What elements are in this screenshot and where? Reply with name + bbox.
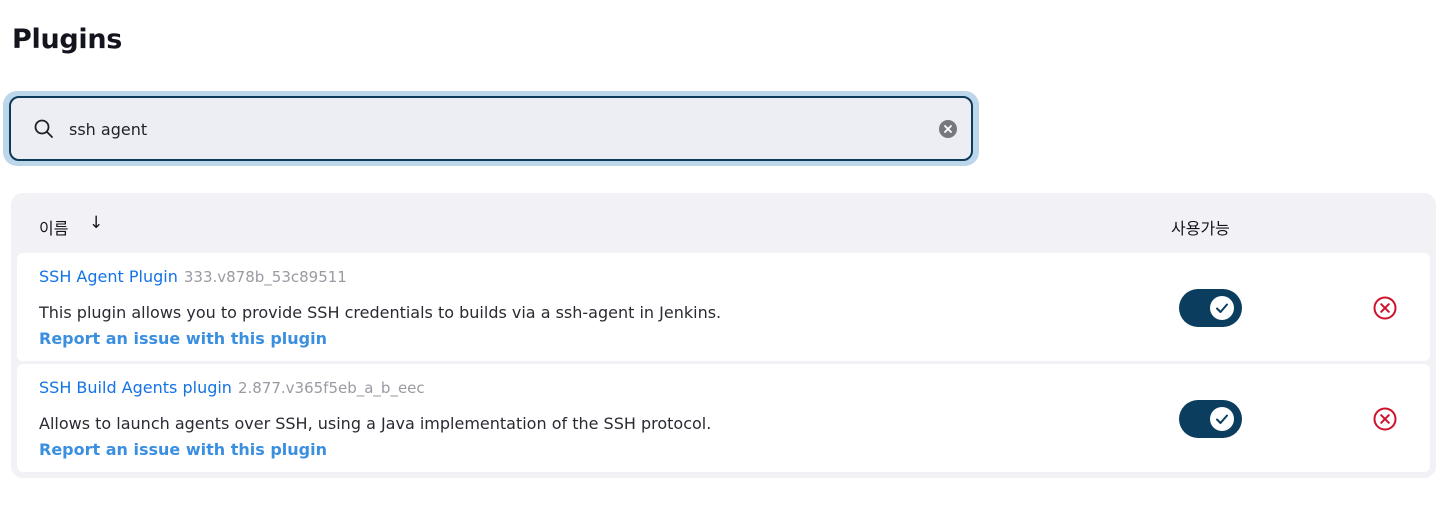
plugin-version: 333.v878b_53c89511	[183, 268, 347, 286]
sort-arrow-icon[interactable]: ↓	[89, 213, 103, 233]
enable-toggle[interactable]	[1179, 400, 1242, 438]
check-icon	[1210, 296, 1234, 320]
page-title: Plugins	[12, 24, 123, 55]
table-row: SSH Build Agents plugin 2.877.v365f5eb_a_…	[17, 364, 1430, 472]
table-row: SSH Agent Plugin 333.v878b_53c89511 This …	[17, 253, 1430, 361]
clear-icon[interactable]	[939, 120, 957, 138]
plugin-description: This plugin allows you to provide SSH cr…	[39, 303, 722, 322]
search-icon	[33, 118, 55, 140]
plugin-name-link[interactable]: SSH Build Agents plugin	[39, 378, 232, 397]
report-issue-link[interactable]: Report an issue with this plugin	[39, 329, 327, 348]
search-focus-ring	[3, 91, 979, 166]
search-input[interactable]	[69, 113, 909, 145]
search-box[interactable]	[9, 96, 973, 161]
plugins-table: 이름 ↓ 사용가능 SSH Agent Plugin 333.v878b_53c8…	[11, 193, 1436, 478]
report-issue-link[interactable]: Report an issue with this plugin	[39, 440, 327, 459]
plugin-description: Allows to launch agents over SSH, using …	[39, 414, 712, 433]
enable-toggle[interactable]	[1179, 289, 1242, 327]
plugin-name-link[interactable]: SSH Agent Plugin	[39, 267, 178, 286]
plugin-version: 2.877.v365f5eb_a_b_eec	[237, 379, 425, 397]
column-header-enabled[interactable]: 사용가능	[1171, 215, 1230, 239]
uninstall-icon[interactable]	[1373, 407, 1397, 431]
uninstall-icon[interactable]	[1373, 296, 1397, 320]
check-icon	[1210, 407, 1234, 431]
column-header-name[interactable]: 이름	[39, 215, 68, 239]
